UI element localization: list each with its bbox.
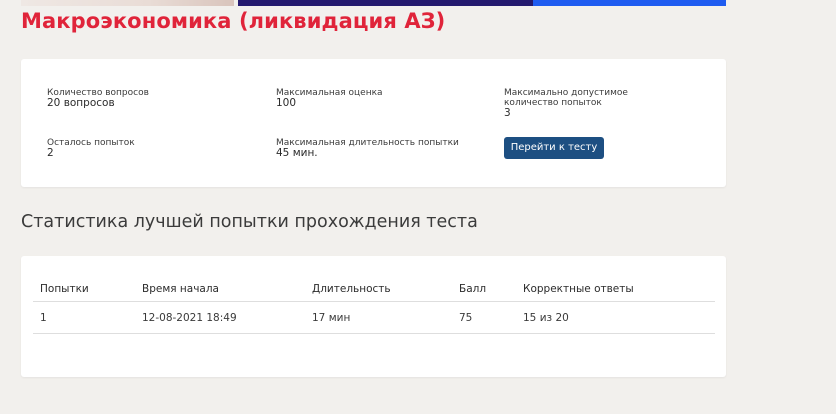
- max-duration-value: 45 мин.: [276, 147, 318, 159]
- quiz-info-card: Количество вопросов 20 вопросов Максимал…: [21, 59, 726, 187]
- header-start-time: Время начала: [135, 276, 305, 302]
- remaining-attempts-label: Осталось попыток: [47, 138, 135, 148]
- remaining-attempts-value: 2: [47, 147, 54, 159]
- stats-section-title: Статистика лучшей попытки прохождения те…: [21, 212, 478, 232]
- table-header-row: Попытки Время начала Длительность Балл К…: [33, 276, 715, 302]
- remaining-attempts-item: Осталось попыток 2: [47, 138, 247, 159]
- max-score-label: Максимальная оценка: [276, 88, 383, 98]
- questions-count-item: Количество вопросов 20 вопросов: [47, 88, 247, 109]
- banner-image: [21, 0, 234, 6]
- stats-table: Попытки Время начала Длительность Балл К…: [33, 276, 715, 334]
- banner-dark-segment: [238, 0, 533, 6]
- header-correct-answers: Корректные ответы: [516, 276, 715, 302]
- page-title: Макроэкономика (ликвидация АЗ): [21, 9, 446, 33]
- header-banner: [21, 0, 726, 6]
- max-duration-item: Максимальная длительность попытки 45 мин…: [276, 138, 476, 159]
- table-row: 1 12-08-2021 18:49 17 мин 75 15 из 20: [33, 301, 715, 334]
- go-to-test-button[interactable]: Перейти к тесту: [504, 137, 604, 159]
- cell-attempt: 1: [33, 301, 135, 334]
- header-attempt: Попытки: [33, 276, 135, 302]
- cell-start-time: 12-08-2021 18:49: [135, 301, 305, 334]
- max-attempts-value: 3: [504, 107, 511, 119]
- cell-correct-answers: 15 из 20: [516, 301, 715, 334]
- max-score-value: 100: [276, 97, 297, 109]
- max-attempts-label: Максимально допустимое количество попыто…: [504, 88, 628, 108]
- header-score: Балл: [452, 276, 516, 302]
- max-score-item: Максимальная оценка 100: [276, 88, 476, 109]
- banner-blue-segment: [533, 0, 726, 6]
- header-duration: Длительность: [305, 276, 452, 302]
- stats-card: Попытки Время начала Длительность Балл К…: [21, 256, 726, 377]
- max-attempts-item: Максимально допустимое количество попыто…: [504, 88, 684, 119]
- questions-count-value: 20 вопросов: [47, 97, 115, 109]
- cell-score: 75: [452, 301, 516, 334]
- cell-duration: 17 мин: [305, 301, 452, 334]
